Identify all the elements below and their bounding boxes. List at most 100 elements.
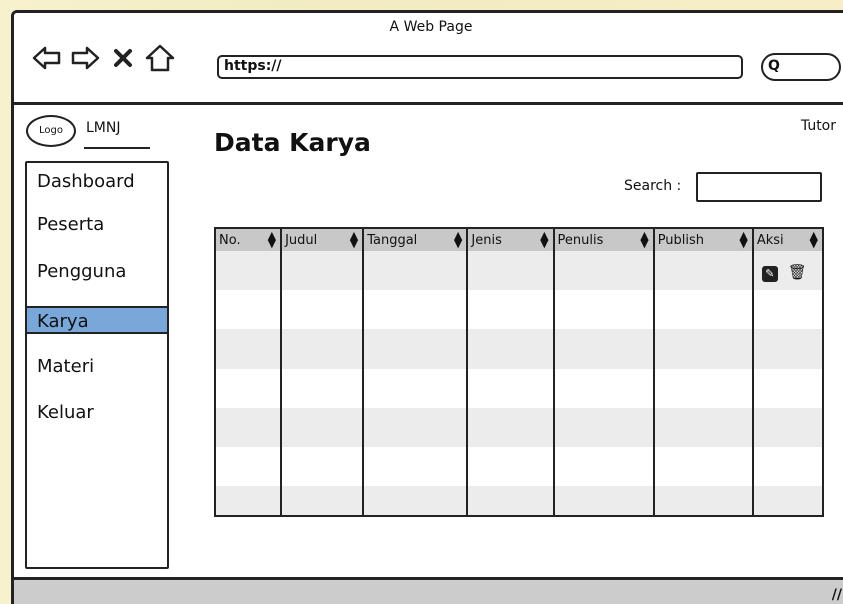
search-input[interactable]	[696, 172, 822, 202]
column-header-judul[interactable]: Judul ▲ ▼	[281, 229, 365, 251]
table-cell	[553, 407, 655, 447]
sort-icon[interactable]: ▲ ▼	[640, 230, 648, 249]
sort-icon[interactable]: ▲ ▼	[268, 230, 276, 249]
column-header-label: Aksi	[756, 232, 784, 248]
browser-toolbar: A Web Page https:// Q	[14, 13, 843, 105]
sort-icon[interactable]: ▲ ▼	[350, 230, 358, 249]
browser-window: A Web Page https:// Q Logo LMNJ Tutor Da…	[11, 10, 843, 604]
table-cell	[281, 290, 365, 330]
page-content: Logo LMNJ Tutor Dashboard Peserta Penggu…	[14, 105, 843, 577]
column-header-label: No.	[219, 232, 241, 248]
column-header-tanggal[interactable]: Tanggal ▲ ▼	[363, 229, 469, 251]
table-cell	[467, 407, 555, 447]
table-cell	[363, 407, 469, 447]
status-bar: //	[14, 577, 843, 604]
sidebar-item-dashboard[interactable]: Dashboard	[37, 168, 135, 196]
table-cell	[216, 368, 283, 408]
table-cell	[553, 251, 655, 291]
sidebar: Dashboard Peserta Pengguna Karya Materi …	[25, 161, 169, 569]
table-cell	[281, 486, 365, 515]
table-cell	[467, 290, 555, 330]
sidebar-item-materi[interactable]: Materi	[37, 353, 94, 381]
forward-arrow-icon[interactable]	[70, 43, 100, 73]
table-cell	[653, 290, 754, 330]
sidebar-item-peserta[interactable]: Peserta	[37, 211, 104, 239]
edit-icon[interactable]: ✎	[761, 266, 778, 283]
table-cell	[216, 251, 283, 291]
sidebar-item-keluar[interactable]: Keluar	[37, 399, 94, 427]
home-icon[interactable]	[144, 43, 176, 73]
column-header-label: Jenis	[471, 232, 502, 248]
browser-search-button[interactable]: Q	[761, 53, 841, 81]
trash-icon[interactable]: 🗑	[788, 263, 807, 281]
table-cell	[752, 368, 822, 408]
table-row[interactable]	[216, 368, 822, 408]
table-row[interactable]	[216, 329, 822, 369]
table-cell	[281, 446, 365, 487]
table-cell	[467, 251, 555, 291]
search-icon: Q	[768, 58, 780, 74]
back-arrow-icon[interactable]	[32, 43, 62, 73]
column-header-aksi[interactable]: Aksi ▲ ▼	[752, 229, 822, 251]
sort-icon[interactable]: ▲ ▼	[540, 230, 548, 249]
table-cell	[653, 251, 754, 291]
sort-icon[interactable]: ▲ ▼	[454, 230, 462, 249]
table-cell	[467, 329, 555, 369]
column-header-publish[interactable]: Publish ▲ ▼	[653, 229, 754, 251]
table-header-row: No. ▲ ▼ Judul ▲ ▼ Tanggal ▲ ▼ Jenis ▲ ▼ Penulis ▲…	[216, 229, 822, 251]
sort-icon[interactable]: ▲ ▼	[739, 230, 747, 249]
user-menu[interactable]: Tutor	[801, 118, 836, 134]
table-cell	[281, 368, 365, 408]
data-table: No. ▲ ▼ Judul ▲ ▼ Tanggal ▲ ▼ Jenis ▲ ▼ Penulis ▲…	[214, 227, 824, 517]
column-header-label: Judul	[285, 232, 318, 248]
table-cell	[281, 251, 365, 291]
table-cell	[281, 407, 365, 447]
table-cell	[363, 486, 469, 515]
table-cell	[653, 486, 754, 515]
table-row[interactable]	[216, 290, 822, 330]
page-title: Data Karya	[214, 128, 371, 157]
table-cell	[216, 446, 283, 487]
table-cell	[363, 329, 469, 369]
table-cell	[467, 446, 555, 487]
table-cell	[752, 486, 822, 515]
column-header-label: Tanggal	[367, 232, 418, 248]
column-header-jenis[interactable]: Jenis ▲ ▼	[467, 229, 555, 251]
table-cell	[752, 407, 822, 447]
column-header-no[interactable]: No. ▲ ▼	[216, 229, 283, 251]
table-row[interactable]	[216, 407, 822, 447]
table-cell	[553, 368, 655, 408]
table-cell	[752, 446, 822, 487]
table-cell	[216, 290, 283, 330]
table-cell	[363, 368, 469, 408]
table-cell	[553, 329, 655, 369]
table-cell	[216, 486, 283, 515]
column-header-label: Publish	[657, 232, 705, 248]
table-cell	[363, 251, 469, 291]
table-cell	[216, 329, 283, 369]
search-label: Search :	[624, 178, 682, 194]
table-row[interactable]	[216, 446, 822, 487]
table-cell	[216, 407, 283, 447]
table-row[interactable]: ✎ 🗑	[216, 251, 822, 291]
table-cell	[752, 329, 822, 369]
column-header-penulis[interactable]: Penulis ▲ ▼	[553, 229, 655, 251]
table-cell	[363, 290, 469, 330]
table-cell	[553, 486, 655, 515]
close-x-icon[interactable]	[112, 43, 136, 73]
window-title: A Web Page	[389, 19, 473, 35]
table-cell	[653, 407, 754, 447]
table-cell	[553, 290, 655, 330]
table-cell	[653, 446, 754, 487]
sidebar-item-karya[interactable]: Karya	[25, 306, 169, 334]
url-input[interactable]: https://	[217, 55, 743, 79]
table-cell	[752, 290, 822, 330]
column-header-label: Penulis	[557, 232, 604, 248]
table-cell	[467, 486, 555, 515]
table-cell	[653, 329, 754, 369]
sidebar-item-pengguna[interactable]: Pengguna	[37, 258, 126, 286]
table-row[interactable]	[216, 486, 822, 515]
table-cell	[281, 329, 365, 369]
sort-icon[interactable]: ▲ ▼	[810, 230, 818, 249]
resize-grip-icon[interactable]: //	[832, 587, 842, 603]
